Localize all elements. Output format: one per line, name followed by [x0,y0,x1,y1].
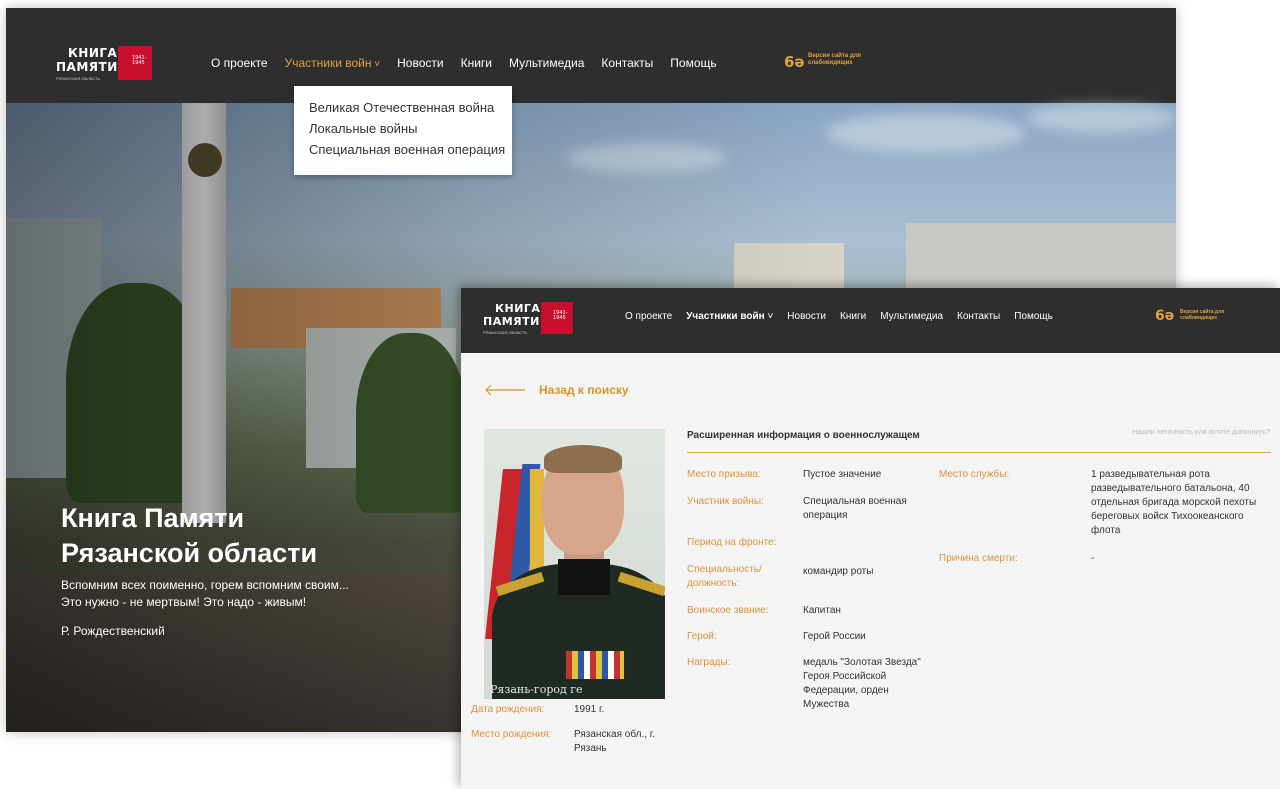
field-value: Рязанская обл., г. Рязань [574,729,655,754]
section-title: Расширенная информация о военнослужащем [687,430,920,441]
field-label: Герой: [687,631,717,642]
site-logo[interactable]: КНИГА ПАМЯТИ РЯЗАНСКАЯ ОБЛАСТЬ 1941-1945 [56,46,156,88]
report-error-link[interactable]: Нашли неточность или хотите дополнить? [1132,429,1270,436]
field-label: Период на фронте: [687,537,777,548]
nav-item-contacts[interactable]: Контакты [601,56,653,70]
nav-item-multimedia[interactable]: Мультимедиа [509,56,584,70]
logo-line1: КНИГА [495,302,541,315]
accessibility-link[interactable]: Версия сайта для слабовидящих [808,53,861,67]
field-label: Награды: [687,657,731,668]
chevron-down-icon: ˅ [371,59,381,70]
war-participants-dropdown: Великая Отечественная война Локальные во… [294,86,512,175]
nav-item-news[interactable]: Новости [397,56,443,70]
field-value: Герой России [803,631,866,642]
nav-item-books[interactable]: Книги [840,311,866,322]
dropdown-item-ww2[interactable]: Великая Отечественная война [309,100,494,115]
logo-line2: ПАМЯТИ [56,60,118,74]
nav-item-help[interactable]: Помощь [1014,311,1053,322]
accessibility-link[interactable]: Версия сайта для слабовидящих [1180,309,1224,322]
glasses-icon[interactable]: 6ə [784,53,805,71]
soldier-photo: Рязань-город ге [484,429,665,699]
medal-ribbons [566,651,624,679]
accessibility-line2: слабовидящих [1180,314,1218,321]
back-to-search-link[interactable]: Назад к поиску [539,383,629,397]
logo-years: 1941-1945 [553,310,568,322]
header: КНИГА ПАМЯТИ РЯЗАНСКАЯ ОБЛАСТЬ 1941-1945… [6,8,1176,103]
dropdown-item-svo[interactable]: Специальная военная операция [309,142,505,157]
nav-item-war-participants-label: Участники войн [284,56,372,70]
logo-region: РЯЗАНСКАЯ ОБЛАСТЬ [56,76,101,81]
hair-shape [544,445,622,473]
accessibility-line2: слабовидящих [808,59,853,66]
field-label: Дата рождения: [471,704,545,715]
logo-years: 1941-1945 [132,55,147,67]
field-label: Специальность/ должность: [687,564,762,589]
arrow-left-icon[interactable] [485,384,525,396]
field-value: 1 разведывательная рота разведывательног… [1091,469,1257,536]
hero-quote-line2: Это нужно - не мертвым! Это надо - живым… [61,595,307,610]
hero-title: Книга Памяти Рязанской области [61,501,391,571]
field-value: Капитан [803,605,841,616]
field-label: Место рождения: [471,729,552,740]
logo-region: РЯЗАНСКАЯ ОБЛАСТЬ [483,330,528,335]
soldier-profile-window: КНИГА ПАМЯТИ РЯЗАНСКАЯ ОБЛАСТЬ 1941-1945… [461,288,1280,789]
hero-quote-line1: Вспомним всех поименно, горем вспомним с… [61,578,349,592]
nav-item-news[interactable]: Новости [787,311,826,322]
hero-author: Р. Рождественский [61,624,165,638]
field-label: Место службы: [939,469,1010,480]
hero-title-line2: Рязанской области [61,538,318,569]
main-nav: О проекте Участники войн ˅ Новости Книги… [211,56,717,70]
field-value: Специальная военная операция [803,496,907,521]
header: КНИГА ПАМЯТИ РЯЗАНСКАЯ ОБЛАСТЬ 1941-1945… [461,288,1280,353]
collar-shape [558,559,610,595]
main-nav: О проекте Участники войн ˅ Новости Книги… [625,311,1053,322]
chevron-down-icon: ˅ [764,311,774,322]
accessibility-line1: Версия сайта для [808,53,862,59]
field-label: Участник войны: [687,496,764,507]
field-label: Воинское звание: [687,605,769,616]
logo-line1: КНИГА [68,46,118,60]
field-value: - [1091,553,1095,564]
hero-quote: Вспомним всех поименно, горем вспомним с… [61,577,381,612]
photo-watermark: Рязань-город ге [490,683,583,696]
nav-item-contacts[interactable]: Контакты [957,311,1000,322]
field-label: Место призыва: [687,469,761,480]
field-value: медаль "Золотая Звезда" Героя Российской… [803,657,921,710]
field-label: Причина смерти: [939,553,1018,564]
glasses-icon[interactable]: 6ə [1155,308,1174,324]
nav-item-books[interactable]: Книги [461,56,492,70]
field-value: командир роты [803,566,874,577]
section-divider [687,452,1271,453]
field-value: 1991 г. [574,704,605,715]
nav-item-multimedia[interactable]: Мультимедиа [880,311,943,322]
site-logo[interactable]: КНИГА ПАМЯТИ РЯЗАНСКАЯ ОБЛАСТЬ 1941-1945 [483,302,583,342]
nav-item-about[interactable]: О проекте [625,311,672,322]
logo-line2: ПАМЯТИ [483,315,540,328]
dropdown-item-local-wars[interactable]: Локальные войны [309,121,417,136]
hero-title-line1: Книга Памяти [61,503,245,533]
nav-item-war-participants[interactable]: Участники войн ˅ [686,311,773,322]
nav-item-war-participants[interactable]: Участники войн ˅ [285,56,381,70]
field-value: Пустое значение [803,469,882,480]
nav-item-war-participants-label: Участники войн [686,311,765,322]
nav-item-about[interactable]: О проекте [211,56,268,70]
nav-item-help[interactable]: Помощь [670,56,716,70]
